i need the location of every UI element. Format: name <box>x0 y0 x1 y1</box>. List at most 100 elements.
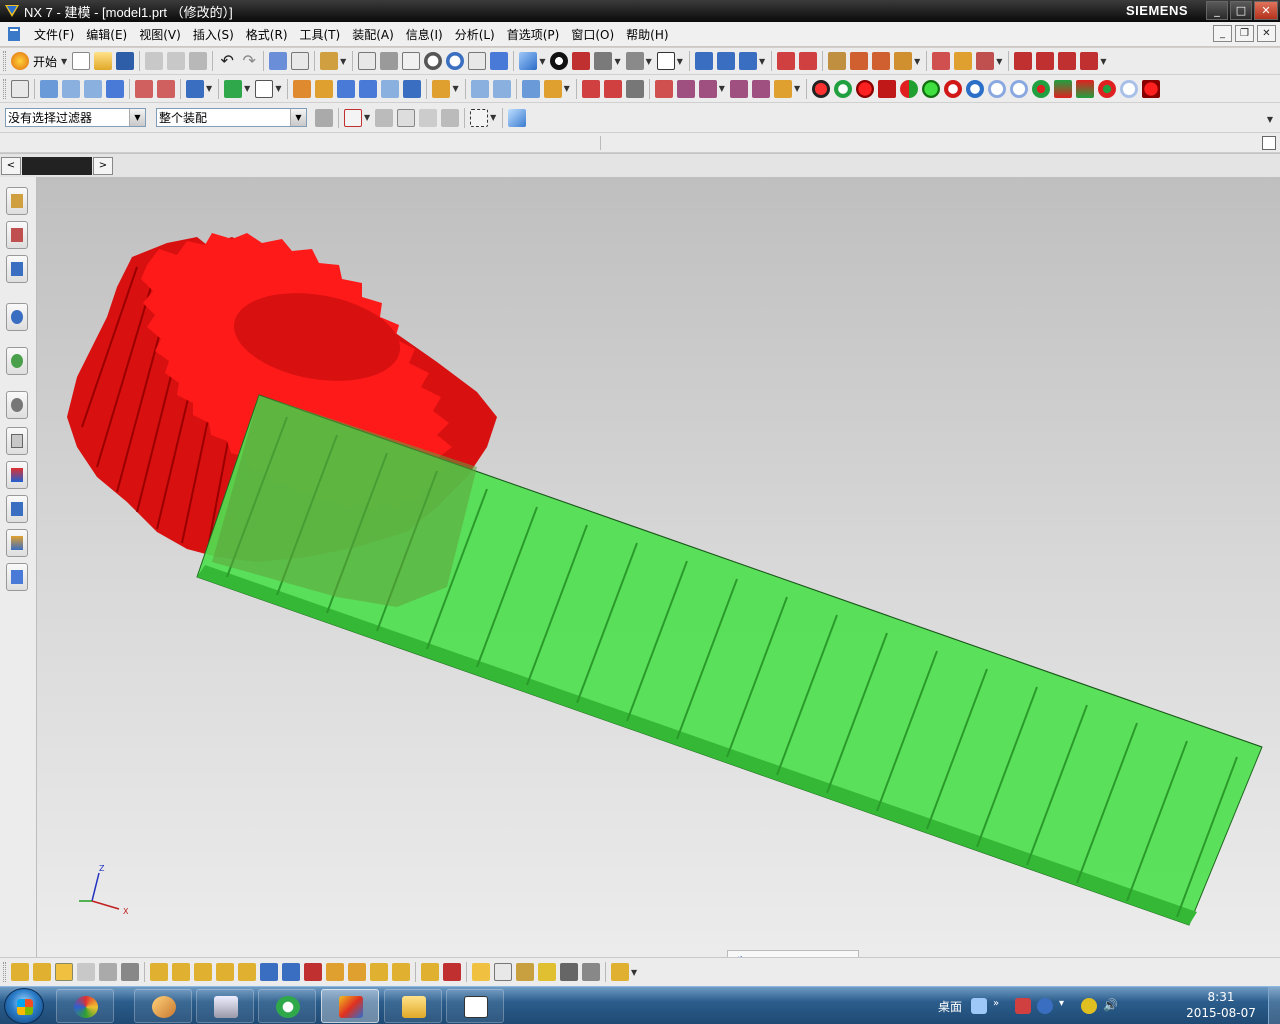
draft-icon[interactable] <box>543 79 562 98</box>
shaded-icon[interactable] <box>572 52 591 70</box>
block-icon[interactable] <box>106 79 124 98</box>
toolbar-grip[interactable] <box>3 78 6 99</box>
wheel-red-icon[interactable] <box>1098 79 1117 98</box>
gear-tool-red-icon[interactable] <box>812 79 831 98</box>
mate-icon[interactable] <box>150 963 168 981</box>
perspective-icon[interactable] <box>490 52 509 70</box>
taskbar-app-1[interactable] <box>56 989 114 1023</box>
component-move-icon[interactable] <box>99 963 117 981</box>
taskbar-app-browser[interactable] <box>258 989 316 1023</box>
scroll-left-button[interactable]: < <box>1 157 21 175</box>
show-desktop-button[interactable] <box>1268 987 1280 1024</box>
component-icon[interactable] <box>954 52 973 70</box>
chevron-down-icon[interactable]: ▼ <box>364 113 370 122</box>
paste-icon[interactable] <box>189 52 208 70</box>
curve-wave-icon[interactable] <box>625 79 644 98</box>
snap-settings-icon[interactable] <box>344 108 362 127</box>
rotate-icon[interactable] <box>446 52 465 70</box>
select-body-icon[interactable] <box>397 108 416 127</box>
wcs-rotate-icon[interactable] <box>738 52 757 70</box>
slot-icon[interactable] <box>381 79 400 98</box>
sheet-icon[interactable] <box>255 79 274 98</box>
chevron-down-icon[interactable]: ▼ <box>996 57 1002 66</box>
toolbar-grip[interactable] <box>3 51 6 71</box>
chevron-down-icon[interactable]: ▼ <box>129 109 145 126</box>
model-scene[interactable]: Z X <box>37 177 1280 957</box>
chevron-down-icon[interactable]: ▼ <box>719 84 725 93</box>
new-file-icon[interactable] <box>72 52 91 70</box>
menu-view[interactable]: 视图(V) <box>133 26 187 43</box>
render-style-icon[interactable] <box>550 52 569 70</box>
gear-outline-icon[interactable] <box>1010 79 1029 98</box>
minimize-button[interactable]: _ <box>1206 1 1228 20</box>
hole-icon[interactable] <box>293 79 312 98</box>
chevron-down-icon[interactable]: ▼ <box>206 84 212 93</box>
menu-tools[interactable]: 工具(T) <box>294 26 347 43</box>
revolve-icon[interactable] <box>84 79 102 98</box>
menu-insert[interactable]: 插入(S) <box>187 26 240 43</box>
selection-filter-select[interactable]: 没有选择过滤器 ▼ <box>5 108 146 127</box>
datum-axis-icon[interactable] <box>157 79 175 98</box>
component-replace-icon[interactable] <box>121 963 139 981</box>
hexagon-icon[interactable] <box>538 963 556 981</box>
close-button[interactable]: ✕ <box>1254 1 1278 20</box>
chevron-down-icon[interactable]: ▼ <box>614 57 620 66</box>
gear-light-icon[interactable] <box>1120 79 1139 98</box>
chevron-down-icon[interactable]: ▼ <box>244 84 250 93</box>
measure-body-icon[interactable] <box>894 52 913 70</box>
select-face-icon[interactable] <box>441 108 460 127</box>
measure-length-icon[interactable] <box>850 52 869 70</box>
copy-icon[interactable] <box>167 52 186 70</box>
rectangle-select-icon[interactable] <box>470 108 489 127</box>
menu-analysis[interactable]: 分析(L) <box>449 26 501 43</box>
constraints-icon[interactable] <box>976 52 995 70</box>
boss-icon[interactable] <box>315 79 334 98</box>
document-icon[interactable] <box>6 26 24 42</box>
add-icon[interactable] <box>1081 998 1098 1014</box>
pocket-icon[interactable] <box>337 79 356 98</box>
arc-icon[interactable] <box>1058 52 1077 70</box>
wcs-icon[interactable] <box>694 52 713 70</box>
menu-information[interactable]: 信息(I) <box>400 26 449 43</box>
bridge-surface-icon[interactable] <box>751 79 770 98</box>
edge-blend-icon[interactable] <box>432 79 451 98</box>
command-finder-icon[interactable] <box>320 52 339 70</box>
chevron-down-icon[interactable]: ▼ <box>631 968 637 977</box>
doc-minimize-button[interactable]: _ <box>1213 25 1232 42</box>
ring-green-icon[interactable] <box>834 79 853 98</box>
undo-icon[interactable]: ↶ <box>218 52 236 70</box>
pan-icon[interactable] <box>468 52 487 70</box>
reference-set-icon[interactable] <box>472 963 490 981</box>
center-icon[interactable] <box>260 963 278 981</box>
component-array-icon[interactable] <box>55 963 73 981</box>
drawing-icon[interactable] <box>516 963 534 981</box>
explode-icon[interactable] <box>326 963 344 981</box>
assembly-cut-icon[interactable] <box>421 963 439 981</box>
select-feature-icon[interactable] <box>419 108 438 127</box>
surface-icon[interactable] <box>654 79 673 98</box>
pad-icon[interactable] <box>359 79 378 98</box>
web-browser-button[interactable] <box>6 347 28 375</box>
wireframe-icon[interactable] <box>594 52 613 70</box>
section-view-icon[interactable] <box>625 52 644 70</box>
cut-icon[interactable] <box>145 52 164 70</box>
component-mirror-icon[interactable] <box>77 963 95 981</box>
chevron-down-icon[interactable]: ▼ <box>290 109 306 126</box>
selection-options-icon[interactable] <box>315 108 333 127</box>
tray-menu-icon[interactable]: ▾ <box>1059 998 1075 1014</box>
line-icon[interactable] <box>1036 52 1055 70</box>
taskbar-app-calculator[interactable] <box>196 989 254 1023</box>
start-button-label[interactable]: 开始 <box>33 53 57 70</box>
through-curves-icon[interactable] <box>676 79 695 98</box>
gear-outline-blue-icon[interactable] <box>988 79 1007 98</box>
clearance-icon[interactable] <box>443 963 461 981</box>
full-screen-icon[interactable] <box>1262 136 1276 150</box>
component-add-icon[interactable] <box>11 963 29 981</box>
select-icon[interactable] <box>291 52 310 70</box>
gear-green-icon[interactable] <box>922 79 941 98</box>
chevron-down-icon[interactable]: ▼ <box>1267 115 1273 124</box>
spline-icon[interactable] <box>1080 52 1099 70</box>
chevron-down-icon[interactable]: ▼ <box>914 57 920 66</box>
assembly-navigator-button[interactable] <box>6 187 28 215</box>
start-icon[interactable] <box>11 52 29 70</box>
